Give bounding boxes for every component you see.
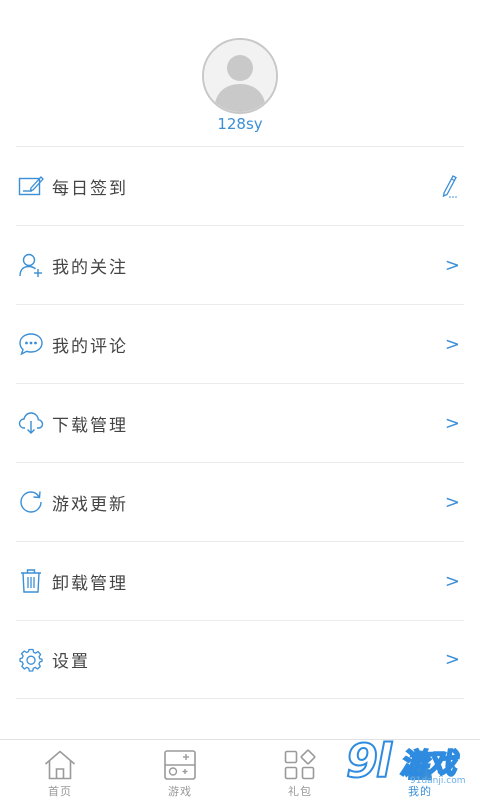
menu-item-label: 下载管理 [52, 415, 128, 436]
user-icon [403, 748, 437, 782]
menu-item-label: 设置 [52, 652, 90, 672]
edit-icon [440, 147, 460, 225]
gift-grid-icon [283, 748, 317, 782]
menu-item-label: 我的关注 [52, 257, 128, 278]
menu-item-settings[interactable]: 设置 > [16, 620, 464, 699]
tab-gifts[interactable]: 礼包 [240, 740, 360, 800]
tab-label: 游戏 [168, 785, 192, 798]
tab-label: 我的 [408, 785, 432, 798]
comment-icon [18, 331, 44, 357]
tab-home[interactable]: 首页 [0, 740, 120, 800]
tab-games[interactable]: 游戏 [120, 740, 240, 800]
menu-item-downloads[interactable]: 下载管理 > [16, 383, 464, 462]
gear-icon [18, 647, 44, 673]
chevron-right-icon: > [444, 491, 460, 513]
profile-header: 128sy [0, 0, 480, 148]
tab-label: 礼包 [288, 785, 312, 798]
username[interactable]: 128sy [0, 115, 480, 133]
chevron-right-icon: > [444, 649, 460, 670]
menu-item-label: 游戏更新 [52, 494, 128, 515]
menu-list: 每日签到 我的关注 > 我的评论 > 下载管理 > 游戏更新 > 卸载管理 > … [16, 146, 464, 699]
tab-label: 首页 [48, 785, 72, 798]
bottom-tab-bar: 首页 游戏 礼包 我的 [0, 739, 480, 800]
menu-item-label: 每日签到 [52, 178, 128, 199]
chevron-right-icon: > [444, 412, 460, 434]
avatar[interactable] [202, 38, 278, 114]
chevron-right-icon: > [444, 333, 460, 355]
add-user-icon [18, 252, 44, 278]
default-avatar-icon [204, 40, 276, 112]
home-icon [43, 748, 77, 782]
menu-item-label: 我的评论 [52, 336, 128, 357]
menu-item-label: 卸载管理 [52, 573, 128, 594]
tab-mine[interactable]: 我的 [360, 740, 480, 800]
chevron-right-icon: > [444, 254, 460, 276]
menu-item-game-updates[interactable]: 游戏更新 > [16, 462, 464, 541]
menu-item-uninstall[interactable]: 卸载管理 > [16, 541, 464, 620]
menu-item-checkin[interactable]: 每日签到 [16, 146, 464, 225]
checkin-icon [18, 173, 44, 199]
gamepad-icon [163, 748, 197, 782]
menu-item-follow[interactable]: 我的关注 > [16, 225, 464, 304]
chevron-right-icon: > [444, 570, 460, 592]
refresh-icon [18, 489, 44, 515]
menu-item-comments[interactable]: 我的评论 > [16, 304, 464, 383]
cloud-download-icon [18, 410, 44, 436]
trash-icon [18, 568, 44, 594]
